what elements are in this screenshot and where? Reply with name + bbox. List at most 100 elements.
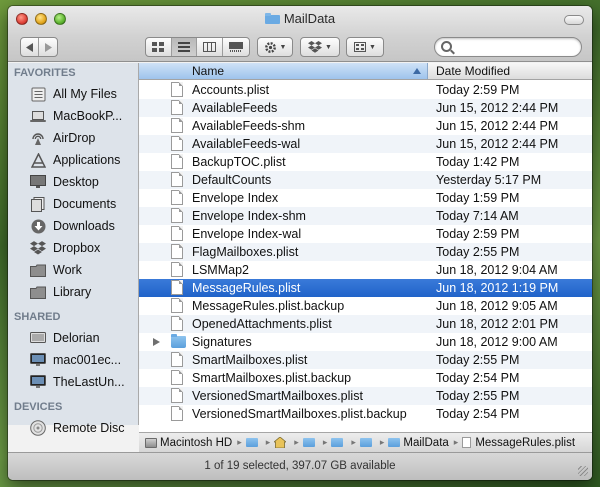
path-segment[interactable] bbox=[359, 438, 375, 447]
document-icon bbox=[171, 262, 185, 278]
file-name: DefaultCounts bbox=[192, 173, 272, 187]
path-segment[interactable]: Macintosh HD bbox=[145, 437, 232, 449]
sidebar-item-label: Downloads bbox=[53, 219, 115, 233]
file-row[interactable]: BackupTOC.plist Today 1:42 PM bbox=[139, 153, 592, 171]
sidebar-item-applications[interactable]: Applications bbox=[8, 149, 138, 171]
search-field[interactable] bbox=[434, 37, 582, 57]
file-row[interactable]: MessageRules.plist.backup Jun 18, 2012 9:… bbox=[139, 297, 592, 315]
file-row[interactable]: VersionedSmartMailboxes.plist Today 2:55 … bbox=[139, 387, 592, 405]
arrange-menu-button[interactable]: ▼ bbox=[346, 37, 384, 57]
dropbox-menu-button[interactable]: ▼ bbox=[300, 37, 340, 57]
icon-view-button[interactable] bbox=[146, 38, 172, 56]
sidebar-item-mac001ec[interactable]: mac001ec... bbox=[8, 349, 138, 371]
airdrop-icon bbox=[30, 130, 46, 146]
document-icon bbox=[171, 172, 185, 188]
resize-handle[interactable] bbox=[578, 466, 588, 476]
forward-button[interactable] bbox=[39, 38, 57, 56]
search-icon bbox=[441, 41, 452, 52]
document-icon bbox=[171, 82, 185, 98]
document-icon bbox=[171, 352, 185, 368]
file-name: Envelope Index-wal bbox=[192, 227, 302, 241]
sidebar-item-label: TheLastUn... bbox=[53, 375, 125, 389]
disc-icon bbox=[30, 420, 46, 436]
document-icon bbox=[462, 437, 472, 448]
file-date-modified: Jun 18, 2012 9:04 AM bbox=[436, 263, 558, 277]
search-input[interactable] bbox=[455, 40, 575, 54]
path-segment[interactable]: MailData bbox=[388, 437, 449, 449]
sidebar-item-documents[interactable]: Documents bbox=[8, 193, 138, 215]
path-segment[interactable] bbox=[245, 438, 261, 447]
disclosure-triangle-icon[interactable] bbox=[153, 338, 160, 346]
dropbox-button[interactable]: ▼ bbox=[301, 38, 339, 56]
file-row[interactable]: FlagMailboxes.plist Today 2:55 PM bbox=[139, 243, 592, 261]
file-date-modified: Today 2:55 PM bbox=[436, 245, 520, 259]
sidebar-item-thelastun[interactable]: TheLastUn... bbox=[8, 371, 138, 393]
path-separator-icon: ▸ bbox=[322, 437, 328, 447]
forward-arrow-icon bbox=[45, 42, 53, 52]
file-row[interactable]: Accounts.plist Today 2:59 PM bbox=[139, 81, 592, 99]
file-date-modified: Today 2:59 PM bbox=[436, 227, 520, 241]
column-view-button[interactable] bbox=[197, 38, 223, 56]
applications-icon bbox=[30, 152, 46, 168]
sidebar-item-work[interactable]: Work bbox=[8, 259, 138, 281]
sort-ascending-icon bbox=[413, 68, 421, 74]
sidebar-item-label: Documents bbox=[53, 197, 117, 211]
file-name: SmartMailboxes.plist bbox=[192, 353, 308, 367]
sidebar-item-delorian[interactable]: Delorian bbox=[8, 327, 138, 349]
desktop-icon bbox=[30, 174, 46, 190]
file-name: BackupTOC.plist bbox=[192, 155, 286, 169]
sidebar-item-airdrop[interactable]: AirDrop bbox=[8, 127, 138, 149]
name-column-header[interactable]: Name bbox=[139, 63, 428, 79]
document-icon bbox=[171, 406, 185, 422]
document-icon bbox=[171, 226, 185, 242]
file-row[interactable]: SmartMailboxes.plist Today 2:55 PM bbox=[139, 351, 592, 369]
file-name: FlagMailboxes.plist bbox=[192, 245, 299, 259]
toolbar-toggle-button[interactable] bbox=[564, 15, 584, 25]
file-row-selected[interactable]: MessageRules.plist Jun 18, 2012 1:19 PM bbox=[139, 279, 592, 297]
file-row[interactable]: OpenedAttachments.plist Jun 18, 2012 2:01… bbox=[139, 315, 592, 333]
document-icon bbox=[171, 208, 185, 224]
cover-flow-button[interactable] bbox=[223, 38, 249, 56]
file-row[interactable]: Envelope Index-wal Today 2:59 PM bbox=[139, 225, 592, 243]
document-icon bbox=[171, 100, 185, 116]
path-separator-icon: ▸ bbox=[294, 437, 299, 447]
sidebar-item-label: MacBookP... bbox=[53, 109, 123, 123]
list-view-button[interactable] bbox=[171, 38, 198, 56]
sidebar-item-desktop[interactable]: Desktop bbox=[8, 171, 138, 193]
file-row[interactable]: AvailableFeeds Jun 15, 2012 2:44 PM bbox=[139, 99, 592, 117]
sidebar-item-remote-disc[interactable]: Remote Disc bbox=[8, 417, 138, 439]
file-row[interactable]: SmartMailboxes.plist.backup Today 2:54 PM bbox=[139, 369, 592, 387]
file-row[interactable]: Signatures Jun 18, 2012 9:00 AM bbox=[139, 333, 592, 351]
sidebar-item-library[interactable]: Library bbox=[8, 281, 138, 303]
file-row[interactable]: Envelope Index-shm Today 7:14 AM bbox=[139, 207, 592, 225]
file-row[interactable]: VersionedSmartMailboxes.plist.backup Toda… bbox=[139, 405, 592, 423]
file-row[interactable]: Envelope Index Today 1:59 PM bbox=[139, 189, 592, 207]
date-column-header[interactable]: Date Modified bbox=[429, 63, 510, 79]
file-date-modified: Jun 18, 2012 1:19 PM bbox=[436, 281, 559, 295]
action-menu-button[interactable]: ▼ bbox=[257, 37, 293, 57]
document-icon bbox=[171, 370, 185, 386]
chevron-down-icon: ▼ bbox=[369, 43, 376, 51]
sidebar-item-all-my-files[interactable]: All My Files bbox=[8, 83, 138, 105]
file-row[interactable]: AvailableFeeds-wal Jun 15, 2012 2:44 PM bbox=[139, 135, 592, 153]
sidebar-item-macbookp[interactable]: MacBookP... bbox=[8, 105, 138, 127]
server-icon bbox=[30, 330, 46, 346]
date-column-label: Date Modified bbox=[436, 64, 511, 78]
back-button[interactable] bbox=[21, 38, 40, 56]
document-icon bbox=[171, 136, 185, 152]
sidebar-item-downloads[interactable]: Downloads bbox=[8, 215, 138, 237]
path-segment[interactable] bbox=[273, 436, 289, 449]
laptop-icon bbox=[30, 108, 46, 124]
path-segment[interactable] bbox=[331, 438, 346, 447]
column-view-icon bbox=[202, 42, 216, 52]
file-name: Signatures bbox=[192, 335, 252, 349]
sidebar-item-dropbox[interactable]: Dropbox bbox=[8, 237, 138, 259]
action-button[interactable]: ▼ bbox=[258, 38, 292, 56]
file-row[interactable]: DefaultCounts Yesterday 5:17 PM bbox=[139, 171, 592, 189]
file-date-modified: Yesterday 5:17 PM bbox=[436, 173, 542, 187]
path-segment[interactable] bbox=[302, 438, 318, 447]
path-segment[interactable]: MessageRules.plist bbox=[462, 437, 575, 449]
file-row[interactable]: AvailableFeeds-shm Jun 15, 2012 2:44 PM bbox=[139, 117, 592, 135]
file-row[interactable]: LSMMap2 Jun 18, 2012 9:04 AM bbox=[139, 261, 592, 279]
arrange-button[interactable]: ▼ bbox=[347, 38, 383, 56]
